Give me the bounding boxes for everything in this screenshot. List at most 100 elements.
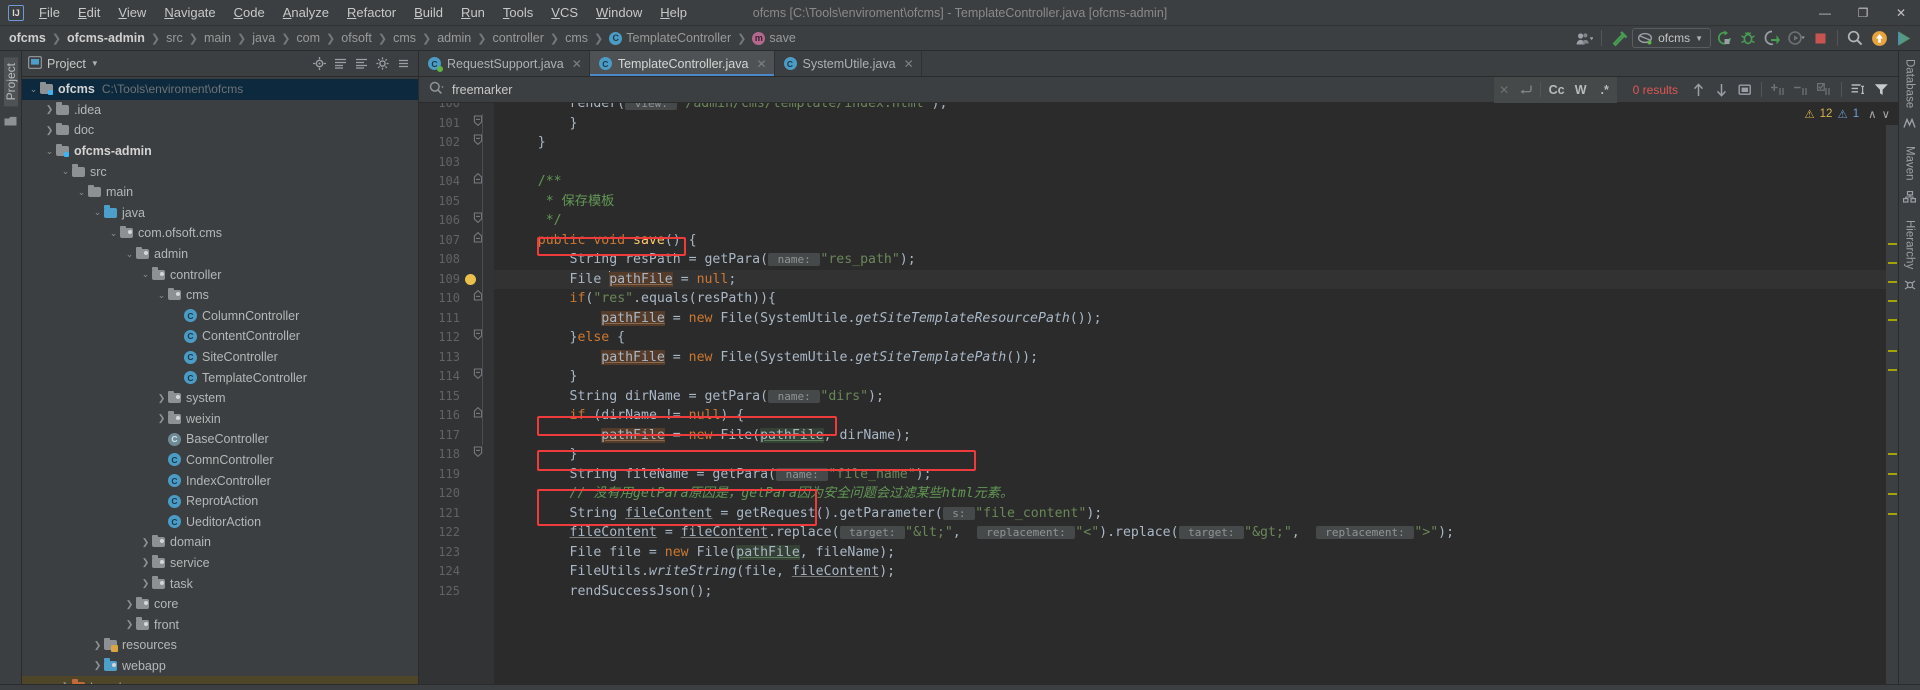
menu-item-refactor[interactable]: Refactor bbox=[338, 2, 405, 23]
breadcrumb-item-java[interactable]: java bbox=[249, 30, 278, 46]
line-number-gutter[interactable]: 100 101 102 103 104 105 106 107 108 109 110 111 112 1… bbox=[419, 103, 494, 684]
hide-panel-icon[interactable] bbox=[394, 55, 412, 73]
remove-icon[interactable] bbox=[1791, 80, 1812, 100]
tool-window-button-maven[interactable]: Maven bbox=[1904, 146, 1916, 181]
tree-node-ueditoraction[interactable]: C UeditorAction bbox=[22, 511, 418, 532]
line-number[interactable]: 113 bbox=[419, 348, 468, 368]
menu-item-build[interactable]: Build bbox=[405, 2, 452, 23]
code-line[interactable]: if("res".equals(resPath)){ bbox=[494, 289, 1886, 309]
menu-item-help[interactable]: Help bbox=[651, 2, 696, 23]
close-button[interactable]: ✕ bbox=[1882, 0, 1920, 25]
breadcrumb-item-com[interactable]: com bbox=[293, 30, 323, 46]
next-match-icon[interactable] bbox=[1711, 80, 1732, 100]
line-number[interactable]: 104 bbox=[419, 172, 468, 192]
menu-item-vcs[interactable]: VCS bbox=[542, 2, 587, 23]
line-number[interactable]: 105 bbox=[419, 192, 468, 212]
tree-node-controller[interactable]: ⌄ controller bbox=[22, 264, 418, 285]
chevron-right-icon[interactable]: ❯ bbox=[156, 413, 167, 424]
filter-icon[interactable] bbox=[1871, 80, 1892, 100]
tool-window-button-database[interactable]: Database bbox=[1904, 59, 1916, 108]
line-number[interactable]: 119 bbox=[419, 465, 468, 485]
tree-node-service[interactable]: ❯ service bbox=[22, 553, 418, 574]
chevron-right-icon[interactable]: ❯ bbox=[124, 599, 135, 610]
project-tree[interactable]: ⌄ ofcms C:\Tools\enviroment\ofcms ❯ .idea ❯ do… bbox=[22, 77, 418, 684]
breadcrumb-item-src[interactable]: src bbox=[163, 30, 186, 46]
hammer-build-icon[interactable] bbox=[1608, 28, 1630, 48]
code-line[interactable]: /** bbox=[494, 172, 1886, 192]
collapse-all-icon[interactable] bbox=[352, 55, 370, 73]
fold-end-icon[interactable] bbox=[471, 445, 485, 465]
chevron-down-icon[interactable]: ⌄ bbox=[92, 207, 103, 218]
editor-tab-systemutile-java[interactable]: C SystemUtile.java ✕ bbox=[775, 51, 922, 76]
code-line[interactable]: * 保存模板 bbox=[494, 192, 1886, 212]
line-number[interactable]: 100 bbox=[419, 103, 468, 114]
code-line[interactable]: if (dirName != null) { bbox=[494, 406, 1886, 426]
line-number[interactable]: 108 bbox=[419, 250, 468, 270]
new-line-icon[interactable] bbox=[1515, 80, 1536, 100]
tree-node-indexcontroller[interactable]: C IndexController bbox=[22, 470, 418, 491]
breadcrumb-item-save[interactable]: m save bbox=[749, 30, 798, 46]
tree-node-main[interactable]: ⌄ main bbox=[22, 182, 418, 203]
code-content[interactable]: render( view: "/admin/cms/template/index… bbox=[494, 103, 1886, 684]
find-query-text[interactable]: freemarker bbox=[452, 83, 512, 97]
chevron-right-icon[interactable]: ❯ bbox=[156, 393, 167, 404]
line-number[interactable]: 118 bbox=[419, 445, 468, 465]
tree-node-reprotaction[interactable]: C ReprotAction bbox=[22, 491, 418, 512]
line-number[interactable]: 114 bbox=[419, 367, 468, 387]
tree-node-src[interactable]: ⌄ src bbox=[22, 161, 418, 182]
tree-node--idea[interactable]: ❯ .idea bbox=[22, 100, 418, 121]
tree-node-resources[interactable]: ❯ resources bbox=[22, 635, 418, 656]
line-number[interactable]: 124 bbox=[419, 562, 468, 582]
tree-node-cms[interactable]: ⌄ cms bbox=[22, 285, 418, 306]
line-number[interactable]: 115 bbox=[419, 387, 468, 407]
line-number[interactable]: 107 bbox=[419, 231, 468, 251]
breadcrumb-item-ofsoft[interactable]: ofsoft bbox=[338, 30, 375, 46]
expand-all-icon[interactable] bbox=[331, 55, 349, 73]
chevron-right-icon[interactable]: ❯ bbox=[140, 578, 151, 589]
chevron-down-icon[interactable]: ⌄ bbox=[124, 249, 135, 260]
chevron-right-icon[interactable]: ❯ bbox=[44, 125, 55, 136]
add-icon[interactable] bbox=[1768, 80, 1789, 100]
tree-node-webapp[interactable]: ❯ webapp bbox=[22, 656, 418, 677]
tree-node-core[interactable]: ❯ core bbox=[22, 594, 418, 615]
tree-node-target[interactable]: ❯target bbox=[22, 676, 418, 684]
code-line[interactable]: public void save() { bbox=[494, 231, 1886, 251]
select-all-occurrences-icon[interactable] bbox=[1734, 80, 1755, 100]
user-dropdown-icon[interactable] bbox=[1573, 28, 1595, 48]
next-problem-icon[interactable]: ∨ bbox=[1882, 107, 1890, 121]
code-line[interactable]: String resPath = getPara( name: "res_pat… bbox=[494, 250, 1886, 270]
tree-node-com-ofsoft-cms[interactable]: ⌄ com.ofsoft.cms bbox=[22, 223, 418, 244]
editor-tab-requestsupport-java[interactable]: C RequestSupport.java ✕ bbox=[419, 51, 590, 76]
run-icon[interactable] bbox=[1713, 28, 1735, 48]
code-line[interactable]: rendSuccessJson(); bbox=[494, 582, 1886, 602]
chevron-down-icon[interactable]: ⌄ bbox=[60, 166, 71, 177]
find-input-container[interactable]: freemarker bbox=[419, 81, 1494, 98]
tree-node-system[interactable]: ❯ system bbox=[22, 388, 418, 409]
code-line[interactable]: pathFile = new File(SystemUtile.getSiteT… bbox=[494, 309, 1886, 329]
breadcrumb-item-admin[interactable]: admin bbox=[434, 30, 474, 46]
chevron-right-icon[interactable]: ❯ bbox=[140, 537, 151, 548]
play-store-icon[interactable] bbox=[1892, 28, 1914, 48]
code-line[interactable] bbox=[494, 153, 1886, 173]
code-line[interactable]: File file = new File(pathFile, fileName)… bbox=[494, 543, 1886, 563]
tree-node-admin[interactable]: ⌄ admin bbox=[22, 244, 418, 265]
tree-node-domain[interactable]: ❯ domain bbox=[22, 532, 418, 553]
regex-toggle[interactable]: .* bbox=[1593, 80, 1617, 100]
code-line[interactable]: String fileName = getPara( name: "file_n… bbox=[494, 465, 1886, 485]
line-number[interactable]: 101 bbox=[419, 114, 468, 134]
code-editor[interactable]: 100 101 102 103 104 105 106 107 108 109 110 111 112 1… bbox=[419, 103, 1898, 684]
line-number[interactable]: 111 bbox=[419, 309, 468, 329]
inspection-status[interactable]: ⚠ 12 ⚠ 1 ∧ ∨ bbox=[1796, 103, 1898, 125]
update-project-icon[interactable] bbox=[1868, 28, 1890, 48]
ant-icon[interactable] bbox=[1904, 279, 1916, 294]
tree-node-ofcms[interactable]: ⌄ ofcms C:\Tools\enviroment\ofcms bbox=[22, 79, 418, 100]
breadcrumb-item-templatecontroller[interactable]: C TemplateController bbox=[606, 30, 734, 46]
code-line[interactable]: String dirName = getPara( name: "dirs"); bbox=[494, 387, 1886, 407]
intention-bulb-icon[interactable] bbox=[465, 273, 476, 285]
breadcrumb-item-cms[interactable]: cms bbox=[390, 30, 419, 46]
tree-node-doc[interactable]: ❯ doc bbox=[22, 120, 418, 141]
tree-node-sitecontroller[interactable]: C SiteController bbox=[22, 347, 418, 368]
tool-window-button-hierarchy[interactable]: Hierarchy bbox=[1904, 220, 1916, 269]
settings-gear-icon[interactable] bbox=[373, 55, 391, 73]
line-number[interactable]: 102 bbox=[419, 133, 468, 153]
